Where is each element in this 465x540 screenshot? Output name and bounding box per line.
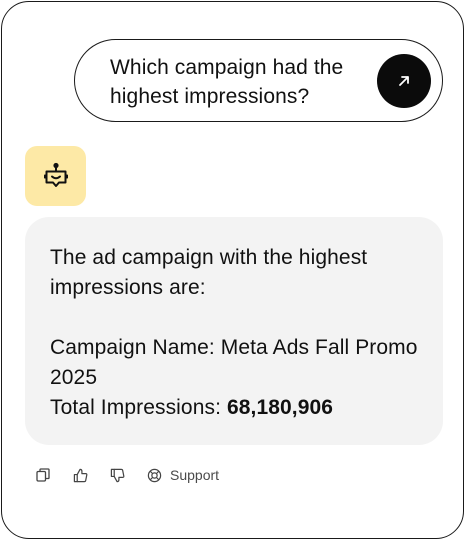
user-message-bubble: Which campaign had the highest impressio… [74,39,443,122]
thumbs-down-button[interactable] [109,467,125,483]
thumbs-down-icon [110,468,124,482]
user-message-text: Which campaign had the highest impressio… [110,56,344,108]
thumbs-up-icon [73,468,87,482]
support-icon-wrap [146,467,162,483]
answer-impressions-line: Total Impressions: 68,180,906 [50,393,420,423]
message-actions: Support [35,464,219,486]
lifebuoy-icon [147,468,161,482]
answer-campaign-name: Campaign Name: Meta Ads Fall Promo 2025 [50,336,418,389]
arrow-up-right-icon [399,76,409,86]
impressions-label: Total Impressions: [50,396,222,419]
support-label: Support [170,467,220,483]
robot-icon [43,162,68,187]
send-button[interactable] [377,54,431,108]
impressions-value: 68,180,906 [226,396,334,419]
answer-bubble: The ad campaign with the highest impress… [25,217,443,445]
support-button[interactable]: Support [146,467,219,483]
answer-text: The ad campaign with the highest impress… [50,243,420,423]
answer-intro: The ad campaign with the highest impress… [50,246,368,299]
chat-card: Which campaign had the highest impressio… [1,1,464,539]
thumbs-up-button[interactable] [72,467,88,483]
bot-avatar [25,146,86,206]
copy-button[interactable] [35,467,51,483]
copy-icon [36,468,50,482]
